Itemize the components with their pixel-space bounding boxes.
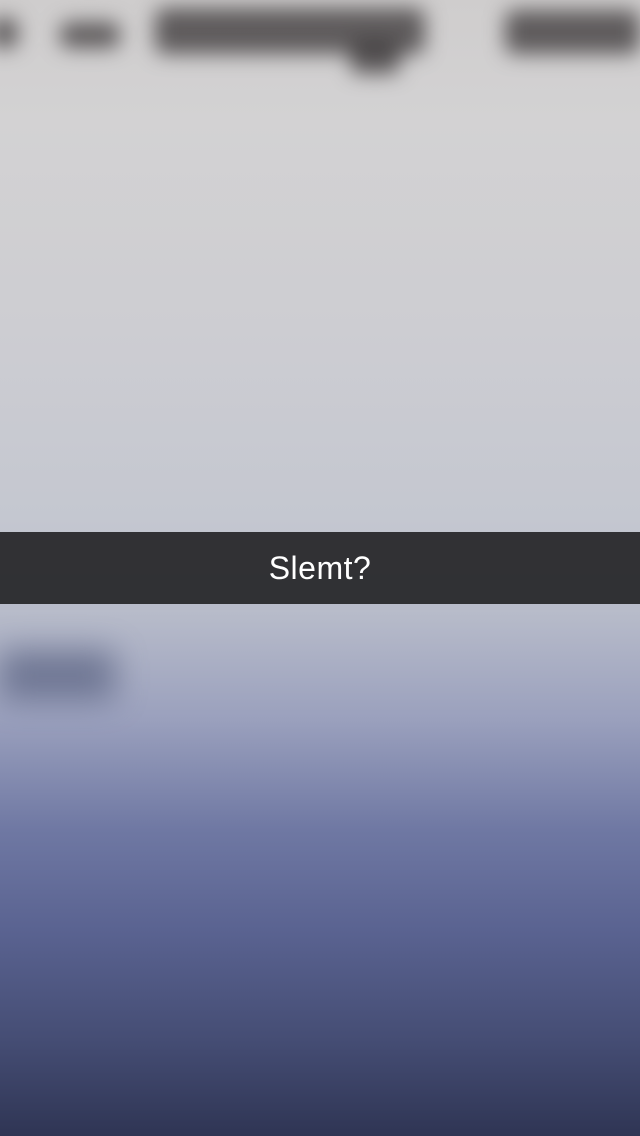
snap-view[interactable]: Slemt? bbox=[0, 0, 640, 1136]
blurred-photo-shape bbox=[0, 650, 115, 700]
blurred-photo-text bbox=[0, 0, 640, 80]
caption-text: Slemt? bbox=[268, 549, 372, 586]
caption-bar[interactable]: Slemt? bbox=[0, 532, 640, 604]
